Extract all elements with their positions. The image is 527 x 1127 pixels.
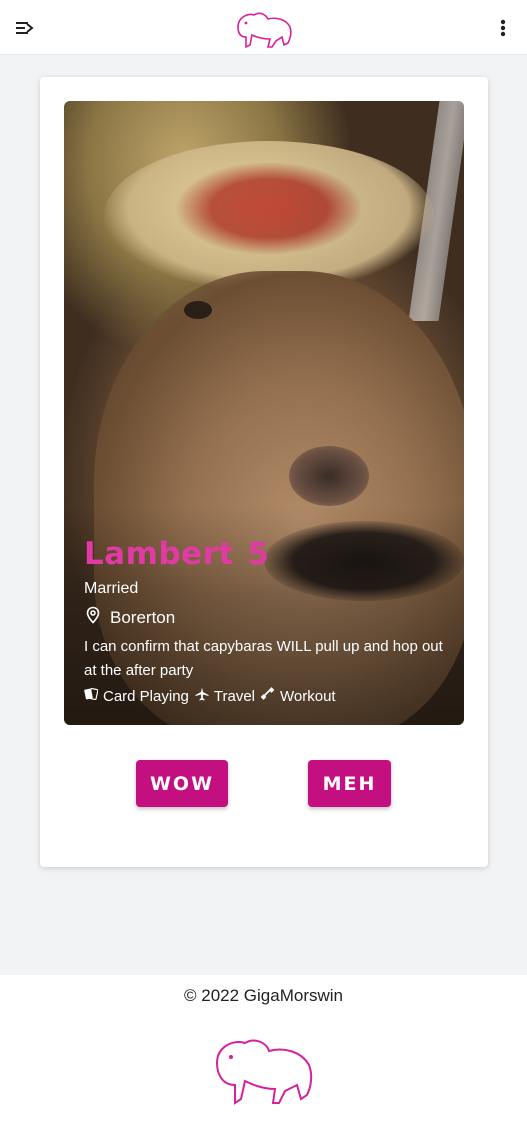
profile-photo-card[interactable]: Lambert 5 Married Borerton I can confirm… [64, 101, 464, 725]
photo-hat [104, 141, 434, 291]
location-row: Borerton [84, 606, 444, 629]
profile-location: Borerton [110, 607, 176, 627]
capybara-logo-icon [211, 1033, 317, 1105]
interest-tag: Card Playing [84, 687, 189, 705]
interest-label: Card Playing [103, 687, 189, 705]
footer: © 2022 GigaMorswin [0, 975, 527, 1127]
photo-nose [289, 446, 369, 506]
meh-button[interactable]: MEH [308, 760, 391, 807]
name-row: Lambert 5 [84, 536, 444, 572]
photo-eye [184, 301, 212, 319]
dumbbell-icon [260, 687, 275, 705]
wow-button[interactable]: WOW [136, 760, 228, 807]
cards-icon [84, 687, 99, 705]
profile-bio: I can confirm that capybaras WILL pull u… [84, 638, 443, 679]
more-vert-icon[interactable] [493, 17, 513, 39]
copyright-text: © 2022 GigaMorswin [184, 986, 343, 1005]
interest-tags: Card Playing Travel Workout [84, 687, 444, 705]
profile-card-container: Lambert 5 Married Borerton I can confirm… [40, 77, 488, 867]
capybara-logo-icon[interactable] [232, 7, 296, 49]
airplane-icon [195, 687, 209, 705]
interest-tag: Travel [195, 687, 255, 705]
profile-info: Lambert 5 Married Borerton I can confirm… [84, 536, 444, 705]
menu-open-icon[interactable] [13, 17, 37, 39]
interest-label: Travel [213, 687, 256, 705]
top-app-bar [0, 0, 527, 55]
profile-age: 5 [247, 537, 269, 572]
profile-name: Lambert [84, 536, 234, 572]
interest-label: Workout [280, 687, 336, 705]
interest-tag: Workout [260, 687, 336, 705]
profile-status: Married [84, 580, 139, 597]
location-pin-icon [84, 606, 102, 629]
